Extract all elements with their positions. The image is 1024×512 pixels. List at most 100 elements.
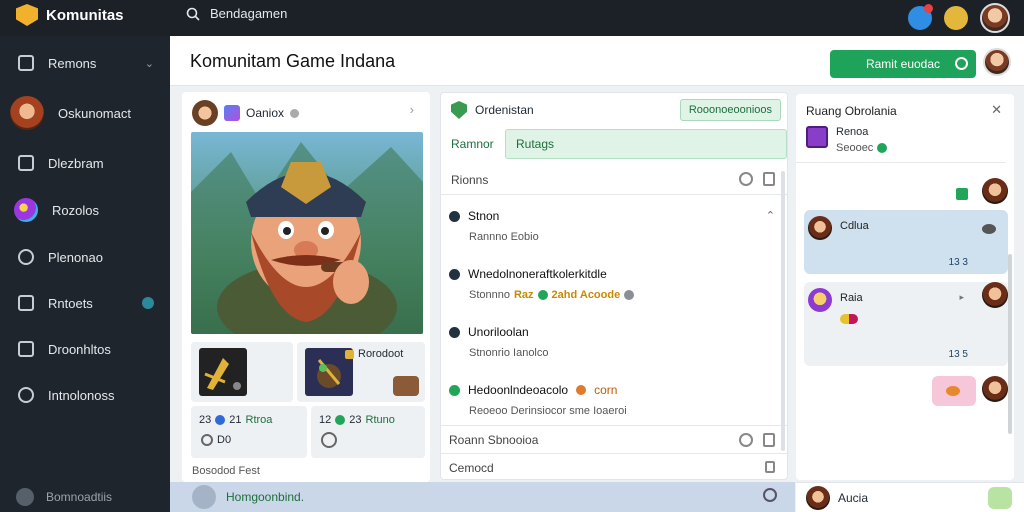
document-icon[interactable] — [763, 433, 775, 447]
thread-subtitle: Reoeoo Derinsiocor sme Ioaeroi — [469, 405, 627, 417]
message-time: 13 3 — [948, 257, 968, 268]
chat-message-own[interactable] — [932, 376, 976, 406]
thread-dot-icon — [449, 268, 460, 280]
thread-item[interactable]: Stnon ⌃ Rannno Eobio — [441, 201, 787, 259]
post-footer: Bosodod Fest — [192, 465, 260, 477]
post-image[interactable] — [191, 132, 423, 334]
chat-user[interactable]: Renoa Seooec — [806, 126, 888, 154]
brand[interactable]: Komunitas — [16, 4, 124, 26]
header-avatar[interactable] — [983, 48, 1011, 76]
filter-icon[interactable] — [739, 172, 753, 186]
stat-sub-value: D0 — [217, 434, 232, 446]
thread-sub: Stnonrio Ianolco — [469, 347, 549, 359]
orb-icon — [14, 198, 38, 222]
clock-icon — [201, 434, 213, 446]
thread-dot-icon — [449, 384, 460, 396]
chat-panel: Ruang Obrolania ✕ Renoa Seooec Cdlua 13 … — [796, 94, 1014, 480]
chat-composer[interactable]: Aucia — [796, 482, 1024, 512]
sidebar-item-rntoets[interactable]: Rntoets — [0, 286, 170, 320]
send-icon[interactable] — [763, 488, 777, 502]
sidebar: Remons ⌄ Oskunomact Dlezbram Rozolos Ple… — [0, 36, 170, 512]
stat-row: 23 21 Rtroa — [199, 414, 272, 426]
sidebar-item-droonhltos[interactable]: Droonhltos — [0, 332, 170, 366]
sidebar-item-intnolonoss[interactable]: Intnolonoss — [0, 378, 170, 412]
stat-box-1[interactable]: 23 21 Rtroa D0 — [191, 406, 307, 458]
thread-title-row: Stnon — [449, 209, 499, 223]
chevron-right-icon[interactable]: › — [410, 102, 414, 117]
sidebar-item-label: Droonhltos — [48, 341, 111, 357]
panel-footer-row[interactable]: Roann Sbnooioa — [441, 425, 787, 453]
sidebar-item-remons[interactable]: Remons ⌄ — [0, 46, 170, 80]
thread-item[interactable]: Unoriloolan Stnonrio Ianolco — [441, 317, 787, 375]
dwarf-character-image — [191, 142, 423, 334]
thread-list-header: Rionns — [441, 165, 787, 195]
tab-label: Ramnor — [451, 137, 494, 151]
thread-item[interactable]: Wnedolnoneraftkolerkitdle Stonnno Raz 2a… — [441, 259, 787, 317]
thread-title-row: Unoriloolan — [449, 325, 529, 339]
chevron-up-icon[interactable]: ⌃ — [766, 209, 775, 222]
composer-input[interactable]: Homgoonbind. — [226, 490, 304, 504]
chat-scrollbar[interactable] — [1008, 254, 1012, 434]
chat-composer-name: Aucia — [838, 490, 869, 505]
composer-bar[interactable]: Homgoonbind. — [170, 482, 795, 512]
item-thumb-1[interactable] — [191, 342, 293, 402]
send-button[interactable] — [988, 487, 1012, 509]
coins-icon[interactable] — [944, 6, 968, 30]
document-icon[interactable] — [763, 172, 775, 186]
search-input[interactable] — [210, 6, 470, 21]
chat-avatar — [982, 178, 1008, 204]
join-button-label: Ramit euodac — [865, 57, 941, 71]
app-logo-icon — [16, 4, 38, 26]
notifications-icon[interactable] — [908, 4, 933, 30]
thread-title: Unoriloolan — [468, 325, 529, 339]
emoji-icon — [946, 386, 960, 396]
sidebar-item-profile[interactable]: Oskunomact — [0, 92, 170, 134]
tab-label: Rutags — [516, 137, 555, 151]
scrollbar[interactable] — [781, 171, 785, 451]
divider — [796, 162, 1006, 163]
attachment-icon[interactable] — [192, 485, 216, 509]
message-avatar — [808, 288, 832, 312]
sidebar-item-plenonao[interactable]: Plenonao — [0, 240, 170, 274]
sidebar-footer[interactable]: Bomnoadtiis — [16, 488, 112, 506]
thread-title: Stnon — [468, 209, 500, 223]
game-icon — [224, 105, 240, 121]
sidebar-item-label: Intnolonoss — [48, 387, 115, 403]
item-thumb-2[interactable]: Rorodoot — [297, 342, 425, 402]
chat-composer-avatar — [806, 485, 830, 510]
stat-green-icon — [335, 415, 346, 425]
more-icon[interactable]: ▸ — [959, 292, 964, 303]
join-button[interactable]: Ramit euodac — [830, 50, 976, 78]
sticker-icon — [840, 314, 858, 324]
sidebar-item-rozolos[interactable]: Rozolos — [0, 193, 170, 227]
tab-rutags[interactable]: Rutags — [505, 129, 787, 159]
stat-value: 23 — [349, 414, 362, 426]
stat-row: 12 23 Rtuno — [319, 414, 395, 426]
chevron-down-icon: ⌄ — [144, 57, 154, 70]
attach-icon[interactable] — [739, 433, 753, 447]
panel-footer-row[interactable]: Cemocd — [441, 453, 787, 481]
notification-badge — [142, 297, 154, 309]
post-author[interactable]: Oaniox — [192, 100, 300, 126]
footer-actions — [765, 461, 775, 473]
chat-user-info: Renoa Seooec — [836, 126, 888, 154]
copy-icon[interactable] — [765, 461, 775, 473]
thread-highlight: Raz — [513, 289, 534, 301]
stat-value: 23 — [199, 414, 212, 426]
tab-ramnor[interactable]: Ramnor — [441, 129, 503, 159]
stat-label: Rtroa — [245, 414, 273, 426]
thread-highlight: 2ahd Acoode — [551, 289, 621, 301]
discussion-pill[interactable]: Rooonoeoonioos — [679, 99, 781, 121]
tag-icon — [345, 349, 354, 359]
chat-message[interactable]: Raia ▸ 13 5 — [804, 282, 1008, 366]
search-bar[interactable] — [186, 6, 470, 21]
emoji-icon — [982, 224, 996, 234]
close-icon[interactable]: ✕ — [991, 102, 1002, 118]
discussion-tabs: Ramnor Rutags — [441, 129, 787, 159]
stat-box-2[interactable]: 12 23 Rtuno — [311, 406, 425, 458]
thread-sub: Reoeoo Derinsiocor sme Ioaeroi — [469, 405, 627, 417]
user-avatar[interactable] — [980, 3, 1010, 33]
online-icon — [877, 143, 888, 153]
sidebar-item-dlezbram[interactable]: Dlezbram — [0, 146, 170, 180]
chat-message[interactable]: Cdlua 13 3 — [804, 210, 1008, 274]
